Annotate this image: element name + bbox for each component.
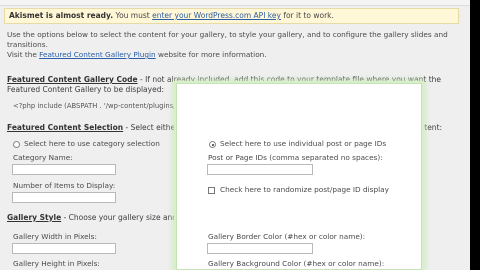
- post-ids-radio-label: Select here to use individual post or pa…: [220, 139, 387, 148]
- randomize-label: Check here to randomize post/page ID dis…: [220, 185, 389, 194]
- gallery-width-input[interactable]: [12, 243, 116, 254]
- api-key-link[interactable]: enter your WordPress.com API key: [152, 11, 281, 20]
- gallery-height-label: Gallery Height in Pixels:: [13, 259, 100, 268]
- window-edge: [470, 0, 480, 270]
- selection-title: Featured Content Selection: [7, 123, 124, 132]
- intro-line-3-text: Visit the: [7, 50, 40, 59]
- post-ids-label: Post or Page IDs (comma separated no spa…: [208, 153, 383, 162]
- style-title: Gallery Style: [7, 213, 62, 222]
- post-ids-radio[interactable]: [209, 141, 216, 148]
- notice-text: You must: [113, 11, 153, 20]
- admin-top-bar: [0, 0, 470, 6]
- intro-line-3: Visit the Featured Content Gallery Plugi…: [7, 50, 267, 60]
- randomize-checkbox[interactable]: [208, 187, 215, 194]
- items-count-input[interactable]: [12, 192, 116, 203]
- code-section-desc-2: Featured Content Gallery to be displayed…: [7, 85, 164, 94]
- category-radio-label: Select here to use category selection: [24, 139, 160, 148]
- settings-page: Akismet is almost ready. You must enter …: [0, 0, 470, 270]
- notice-strong: Akismet is almost ready.: [9, 11, 114, 20]
- items-count-label: Number of Items to Display:: [13, 181, 116, 190]
- intro-line-2: transitions.: [7, 40, 48, 49]
- intro-line-3-end: website for more information.: [155, 50, 267, 59]
- notice-text-end: for it to work.: [280, 11, 334, 20]
- gallery-width-label: Gallery Width in Pixels:: [13, 232, 97, 241]
- post-ids-input[interactable]: [207, 164, 313, 175]
- category-radio[interactable]: [13, 141, 20, 148]
- category-name-label: Category Name:: [13, 153, 73, 162]
- background-color-label: Gallery Background Color (#hex or color …: [208, 259, 385, 268]
- plugin-website-link[interactable]: Featured Content Gallery Plugin: [39, 50, 156, 59]
- border-color-input[interactable]: [207, 243, 313, 254]
- style-heading: Gallery Style - Choose your gallery size…: [7, 213, 204, 223]
- intro-line-1: Use the options below to select the cont…: [7, 30, 448, 39]
- border-color-label: Gallery Border Color (#hex or color name…: [208, 232, 366, 241]
- category-name-input[interactable]: [12, 164, 116, 175]
- akismet-notice: Akismet is almost ready. You must enter …: [4, 8, 459, 24]
- code-section-title: Featured Content Gallery Code: [7, 75, 138, 84]
